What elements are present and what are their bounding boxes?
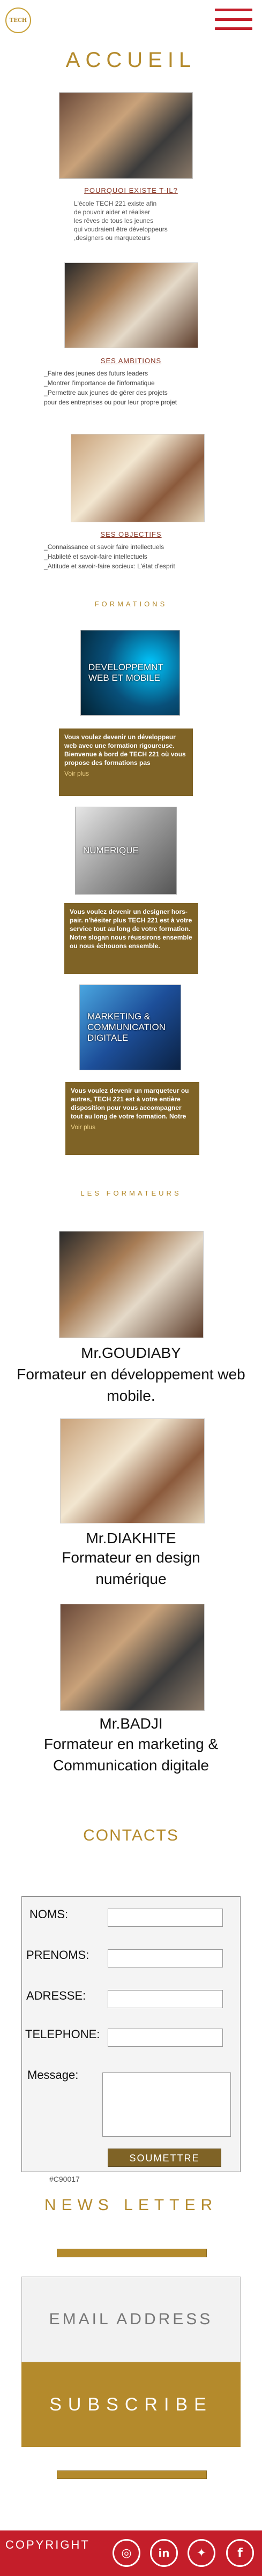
instagram-icon[interactable]: ◎ — [113, 2539, 140, 2567]
list-item: _Montrer l'importance de l'informatique — [44, 379, 155, 387]
message-textarea[interactable] — [102, 2072, 231, 2137]
newsletter-title: NEWS LETTER — [44, 2196, 218, 2214]
trainers-heading: LES FORMATEURS — [80, 1189, 182, 1197]
contact-form: NOMS: PRENOMS: ADRESSE: TELEPHONE: Messa… — [21, 1896, 241, 2172]
trainer-photo — [60, 1604, 205, 1711]
linkedin-icon[interactable]: in — [150, 2539, 178, 2567]
formations-heading: FORMATIONS — [94, 600, 168, 608]
list-item: _Permettre aux jeunes de gérer des proje… — [44, 389, 168, 396]
address-label: ADRESSE: — [26, 1989, 86, 2002]
address-field[interactable] — [108, 1990, 223, 2008]
firstname-field[interactable] — [108, 1949, 223, 1967]
trainer-name: Mr.GOUDIABY — [81, 1345, 181, 1361]
trainer-photo — [60, 1418, 205, 1523]
list-item: _Connaissance et savoir faire intellectu… — [44, 543, 164, 551]
list-item: _Attitude et savoir-faire socieux: L'éta… — [44, 562, 175, 570]
hamburger-icon[interactable] — [215, 9, 252, 30]
message-label: Message: — [27, 2068, 79, 2082]
see-more-link[interactable]: Voir plus — [64, 769, 188, 778]
subscribe-button[interactable]: SUBSCRIBE — [21, 2362, 241, 2447]
site-logo[interactable]: TECH — [5, 7, 31, 33]
footer: COPYRIGHT ◎ in ✦ f — [0, 2530, 262, 2576]
list-item: _Faire des jeunes des futurs leaders — [44, 370, 148, 377]
facebook-icon[interactable]: f — [226, 2539, 254, 2567]
trainer-role: Formateur en marketing & Communication d… — [43, 1736, 219, 1774]
logo-text: TECH — [9, 17, 27, 24]
phone-field[interactable] — [108, 2029, 223, 2047]
list-item: _Habileté et savoir-faire intellectuels — [44, 553, 147, 560]
mentor-photo — [71, 434, 205, 522]
name-label: NOMS: — [29, 1907, 69, 1921]
trainer-name: Mr.BADJI — [99, 1715, 163, 1732]
see-more-link[interactable]: Voir plus — [71, 1123, 194, 1131]
color-code-text: #C90017 — [49, 2175, 80, 2183]
objectives-list: _Connaissance et savoir faire intellectu… — [44, 542, 258, 571]
ambitions-list: _Faire des jeunes des futurs leaders _Mo… — [44, 369, 258, 407]
trainer-photo — [59, 1231, 204, 1338]
email-input[interactable]: EMAIL ADDRESS — [21, 2277, 241, 2362]
formation-image-design[interactable]: NUMERIQUE — [75, 807, 177, 895]
submit-button[interactable]: SOUMETTRE — [108, 2149, 221, 2167]
about-text: L'école TECH 221 existe afin de pouvoir … — [74, 200, 168, 242]
formation-card-web: Vous voulez devenir un développeur web a… — [59, 729, 193, 796]
page-title: ACCUEIL — [65, 48, 197, 72]
formation-image-web[interactable]: DEVELOPPEMNT WEB ET MOBILE — [80, 630, 180, 716]
formation-card-design: Vous voulez devenir un designer hors-pai… — [64, 903, 198, 974]
students-photo — [59, 92, 193, 179]
trainer-role: Formateur en design numérique — [62, 1549, 200, 1587]
objectives-heading: SES OBJECTIFS — [100, 530, 162, 538]
divider — [57, 2249, 207, 2257]
phone-label: TELEPHONE: — [25, 2027, 100, 2041]
formation-image-marketing[interactable]: MARKETING & COMMUNICATION DIGITALE — [79, 985, 181, 1070]
about-heading: POURQUOI EXISTE T-IL? — [84, 186, 178, 194]
firstname-label: PRENOMS: — [26, 1948, 89, 1962]
ambitions-heading: SES AMBITIONS — [100, 357, 162, 365]
name-field[interactable] — [108, 1909, 223, 1927]
twitter-icon[interactable]: ✦ — [188, 2539, 215, 2567]
list-item: pour des entreprises ou pour leur propre… — [44, 399, 177, 406]
trainer-name: Mr.DIAKHITE — [86, 1530, 176, 1546]
divider — [57, 2470, 207, 2479]
copyright-text: COPYRIGHT — [5, 2538, 90, 2551]
formation-card-marketing: Vous voulez devenir un marqueteur ou aut… — [65, 1082, 199, 1155]
contacts-title: CONTACTS — [83, 1827, 179, 1844]
team-photo — [64, 262, 198, 348]
trainer-role: Formateur en développement web mobile. — [17, 1366, 245, 1404]
